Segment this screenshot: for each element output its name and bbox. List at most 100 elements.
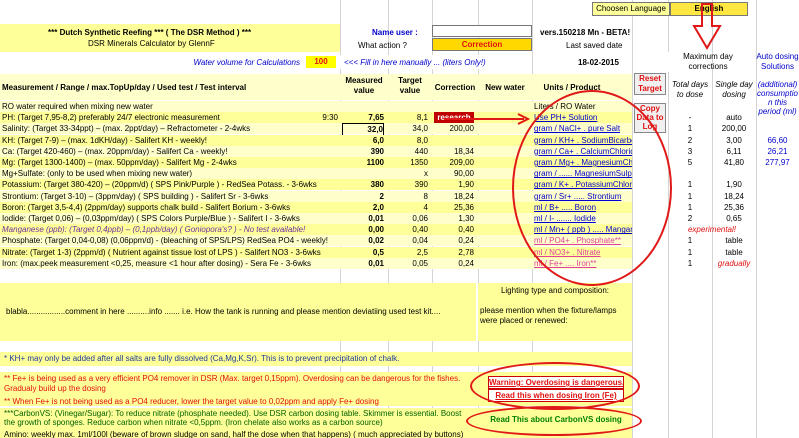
app-subtitle: DSR Minerals Calculator by GlennF	[88, 39, 215, 48]
correction-arrow-icon	[444, 113, 531, 125]
single-day-value: 25,36	[723, 202, 745, 212]
col-header-target: Target value	[398, 76, 422, 95]
single-day-value: table	[725, 236, 743, 246]
target-value-input[interactable]: 0,05	[390, 258, 428, 269]
row-label: RO water required when mixing new water	[2, 102, 153, 111]
single-day-value: 200,00	[721, 124, 747, 134]
col-header-measurement: Measurement / Range / max.TopUp/day / Us…	[2, 83, 247, 92]
measured-value-input[interactable]: 0,01	[342, 213, 384, 224]
target-value-input[interactable]: 390	[390, 179, 428, 190]
fe-note-1: ** Fe+ is being used as a very efficient…	[4, 374, 461, 393]
target-value-input[interactable]: 2,5	[390, 247, 428, 258]
row-time: 9:30	[322, 113, 338, 123]
target-value-input[interactable]: 4	[390, 202, 428, 213]
version-label: vers.150218 Mn - BETA!	[540, 28, 631, 37]
target-value-input[interactable]: 0,06	[390, 213, 428, 224]
chosen-language-label: Choosen Language	[592, 2, 670, 16]
target-value-input[interactable]: 1350	[390, 157, 428, 168]
correction-value: 1,30	[458, 214, 474, 223]
target-value-input[interactable]: x	[390, 168, 428, 179]
comment-text: blabla.................comment in here .…	[6, 307, 441, 316]
target-value-input[interactable]: 34,0	[390, 123, 428, 134]
total-days-value: 5	[687, 158, 693, 167]
measured-value-input[interactable]: 0,02	[342, 235, 384, 246]
row-label: Ca: (Target 420-460) – (max. 20ppm/day) …	[2, 146, 228, 156]
what-action-label: What action ?	[358, 41, 407, 50]
correction-value: 209,00	[449, 158, 474, 167]
correction-value: 18,24	[453, 191, 474, 201]
target-value-input[interactable]: 8,0	[390, 135, 428, 146]
measured-value-input[interactable]: 2,0	[342, 202, 384, 213]
auto-dosing-value: 277,97	[765, 158, 790, 167]
fe-note-2: ** When Fe+ is not being used as a PO4 r…	[4, 397, 379, 406]
row-label: Boron: (Target 3,5-4,4) (2ppm/day) suppo…	[2, 202, 291, 212]
correction-value: 25,36	[453, 202, 474, 212]
correction-value: 0,24	[458, 258, 474, 268]
measured-value-input[interactable]: 380	[342, 179, 384, 190]
last-saved-label: Last saved date	[566, 41, 623, 50]
total-days-value: experimental!	[687, 225, 737, 235]
row-label: Strontium: (Target 3-10) – (3ppm/day) ( …	[2, 191, 269, 201]
correction-value: 1,90	[458, 180, 474, 190]
target-value-input[interactable]: 8	[390, 191, 428, 202]
row-label: PH: (Target 7,95-8,2) preferably 24/7 el…	[2, 113, 220, 123]
action-select[interactable]: Correction	[432, 38, 532, 51]
measured-value-input[interactable]: 6,0	[342, 135, 384, 146]
app-title: *** Dutch Synthetic Reefing *** ( The DS…	[48, 28, 252, 37]
water-volume-input[interactable]: 100	[306, 56, 336, 68]
single-day-value: table	[725, 247, 743, 257]
total-days-value: 1	[687, 124, 693, 134]
carbon-annotation-ellipse	[466, 406, 642, 436]
single-day-value: 6,11	[726, 146, 742, 156]
auto-dosing-value: 66,60	[767, 135, 788, 145]
auto-dosing-label: Auto dosing Solutions	[756, 52, 799, 71]
col-header-correction: Correction	[434, 83, 476, 92]
measured-value-input[interactable]: 2	[342, 191, 384, 202]
total-days-value: 3	[687, 146, 693, 156]
reset-target-button[interactable]: Reset Target	[634, 73, 666, 95]
units-annotation-ellipse	[512, 90, 672, 286]
col-header-total-days: Total days to dose	[671, 80, 709, 99]
col-header-measured: Measured value	[345, 76, 383, 95]
correction-value: 18,34	[453, 146, 474, 156]
measured-value-input[interactable]: 0,01	[342, 258, 384, 269]
col-header-new-water: New water	[485, 83, 525, 92]
row-label: Iodide: (Target 0,06) – (0,03ppm/day) ( …	[2, 214, 300, 223]
target-value-input[interactable]: 440	[390, 146, 428, 157]
row-label: Mg+Sulfate: (only to be used when mixing…	[2, 169, 193, 179]
target-value-input[interactable]: 0,04	[390, 235, 428, 246]
single-day-value: 18,24	[723, 191, 745, 201]
target-value-input[interactable]: 0,40	[390, 224, 428, 235]
name-user-input[interactable]	[432, 25, 532, 37]
total-days-value: 2	[687, 214, 693, 223]
total-days-value: -	[688, 113, 692, 123]
fill-hint-label: <<< Fill in here manually ... (liters On…	[344, 58, 486, 67]
single-day-value: 41,80	[723, 158, 745, 167]
row-label: Nitrate: (Target 1-3) (2ppm/d) ( Nutrien…	[2, 247, 321, 257]
col-header-additional: (additional) consumptio n this period (m…	[757, 80, 798, 116]
correction-value: 2,78	[458, 247, 474, 257]
measured-value-input[interactable]: 0,00	[342, 224, 384, 235]
lighting-text: please mention when the fixture/lamps we…	[480, 306, 617, 325]
row-label: Iron: (max.peek measurement <0,25, measu…	[2, 258, 312, 268]
measured-value-input[interactable]: 0,5	[342, 247, 384, 258]
carbon-note: ***CarbonVS: (Vinegar/Sugar): To reduce …	[4, 409, 462, 427]
measured-value-input[interactable]: 7,65	[342, 112, 384, 123]
total-days-value: 1	[687, 236, 693, 246]
warning-annotation-ellipse	[470, 362, 640, 410]
total-days-value: 2	[687, 135, 693, 145]
correction-value: 90,00	[453, 169, 474, 179]
total-days-value: 1	[687, 258, 693, 268]
col-header-single-day: Single day dosing	[715, 80, 753, 99]
row-label: KH: (Target 7-9) – (max. 1dKH/day) - Sal…	[2, 135, 207, 145]
total-days-value: 1	[687, 247, 693, 257]
row-label: Salinity: (Target 33-34ppt) – (max. 2ppt…	[2, 124, 251, 134]
target-value-input[interactable]: 8,1	[390, 112, 428, 123]
max-day-corrections-label: Maximum day corrections	[683, 52, 733, 71]
correction-value: 0,40	[458, 225, 474, 235]
measured-value-input[interactable]: 1100	[342, 157, 384, 168]
correction-value: 200,00	[449, 124, 474, 134]
measured-value-input[interactable]: 390	[342, 146, 384, 157]
total-days-value: 1	[687, 191, 693, 201]
total-days-value: 1	[687, 180, 693, 190]
